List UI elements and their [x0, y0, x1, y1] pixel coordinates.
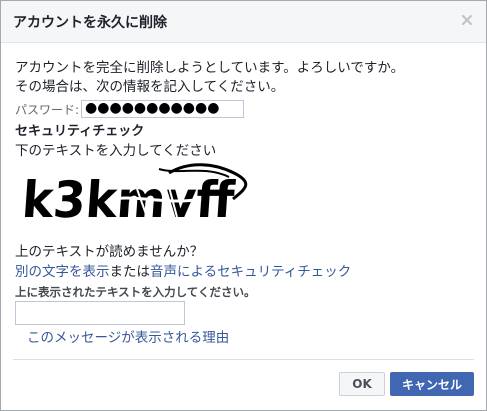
delete-account-dialog: アカウントを永久に削除 アカウントを完全に削除しようとしています。よろしいですか… [0, 0, 487, 411]
password-row: パスワード: ●●●●●●●●●●● [15, 99, 245, 119]
ok-button[interactable]: OK [339, 372, 385, 396]
confirmation-message: アカウントを完全に削除しようとしています。よろしいですか。 その場合は、次の情報… [15, 59, 474, 97]
alt-or-text: または [109, 264, 151, 280]
close-icon[interactable] [460, 13, 474, 27]
password-field[interactable]: ●●●●●●●●●●● [81, 100, 245, 118]
cancel-button[interactable]: キャンセル [390, 372, 474, 396]
captcha-input[interactable] [15, 301, 185, 325]
cant-read-text: 上のテキストが読めませんか？ [15, 244, 204, 260]
message-line-2: その場合は、次の情報を記入してください。 [15, 79, 285, 95]
captcha-input-label: 上に表示されたテキストを入力してください。 [15, 285, 256, 299]
captcha-alternatives: 別の文字を表示または音声によるセキュリティチェック [15, 260, 351, 280]
captcha-image: k3kmvff [19, 159, 249, 229]
dialog-header: アカウントを永久に削除 [1, 1, 486, 43]
security-check-instruction: 下のテキストを入力してください [15, 143, 217, 159]
why-message-link[interactable]: このメッセージが表示される理由 [27, 326, 229, 346]
dialog-title: アカウントを永久に削除 [13, 15, 167, 31]
audio-check-link[interactable]: 音声によるセキュリティチェック [150, 264, 351, 280]
password-label: パスワード: [15, 102, 80, 117]
message-line-1: アカウントを完全に削除しようとしています。よろしいですか。 [15, 60, 405, 76]
show-other-text-link[interactable]: 別の文字を表示 [15, 264, 110, 280]
footer-divider [13, 359, 474, 360]
security-check-heading: セキュリティチェック [15, 124, 145, 139]
